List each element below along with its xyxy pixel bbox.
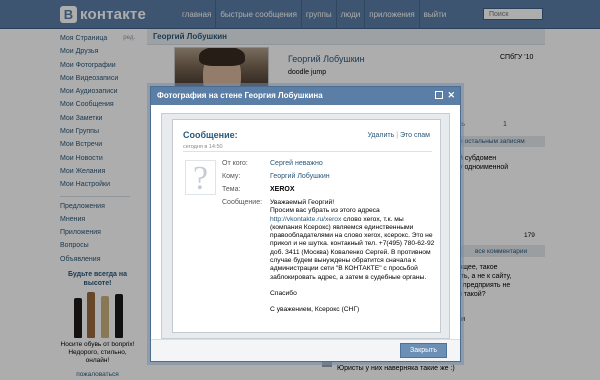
body-label: Сообщение: — [222, 199, 263, 206]
modal-header: Фотография на стене Георгия Лобушкина ✕ — [151, 87, 460, 105]
message-line: слово xerox, т.к. мы (компания Ксерокс) … — [270, 215, 435, 281]
actions-separator: | — [396, 132, 399, 139]
message-date: сегодня в 14:50 — [183, 144, 223, 150]
subject-row: Тема: XEROX — [222, 186, 295, 193]
from-label: От кого: — [222, 160, 248, 167]
message-body: Уважаемый Георгий! Просим вас убрать из … — [270, 199, 436, 315]
message-card: Сообщение: сегодня в 14:50 Удалить | Это… — [172, 119, 441, 333]
recipient-link[interactable]: Георгий Лобушкин — [270, 173, 330, 180]
body-row: Сообщение: — [222, 199, 270, 206]
close-button[interactable]: Закрыть — [400, 343, 447, 358]
message-line: Просим вас убрать из этого адреса — [270, 207, 380, 215]
message-paragraph: Просим вас убрать из этого адреса http:/… — [270, 207, 436, 282]
message-divider — [183, 151, 432, 152]
close-icon[interactable]: ✕ — [447, 91, 455, 100]
from-row: От кого: Сергей неважно — [222, 160, 323, 167]
subject-value: XEROX — [270, 186, 295, 193]
spam-link[interactable]: Это спам — [400, 132, 430, 139]
sender-link[interactable]: Сергей неважно — [270, 160, 323, 167]
to-label: Кому: — [222, 173, 241, 180]
message-actions: Удалить | Это спам — [368, 132, 430, 139]
modal-title: Фотография на стене Георгия Лобушкина — [157, 91, 323, 100]
message-signature: С уважением, Ксерокс (СНГ) — [270, 306, 360, 314]
to-row: Кому: Георгий Лобушкин — [222, 173, 330, 180]
modal-body: Сообщение: сегодня в 14:50 Удалить | Это… — [161, 113, 450, 339]
minimize-icon[interactable] — [435, 91, 443, 99]
message-heading: Сообщение: — [183, 130, 238, 140]
unknown-avatar-icon: ? — [185, 160, 216, 196]
subject-label: Тема: — [222, 186, 241, 193]
modal-footer: Закрыть — [151, 339, 460, 361]
message-thanks: Спасибо — [270, 289, 297, 297]
delete-link[interactable]: Удалить — [368, 132, 395, 139]
xerox-link[interactable]: http://vkontakte.ru/xerox — [270, 216, 341, 223]
photo-wall-modal: Фотография на стене Георгия Лобушкина ✕ … — [150, 86, 461, 362]
